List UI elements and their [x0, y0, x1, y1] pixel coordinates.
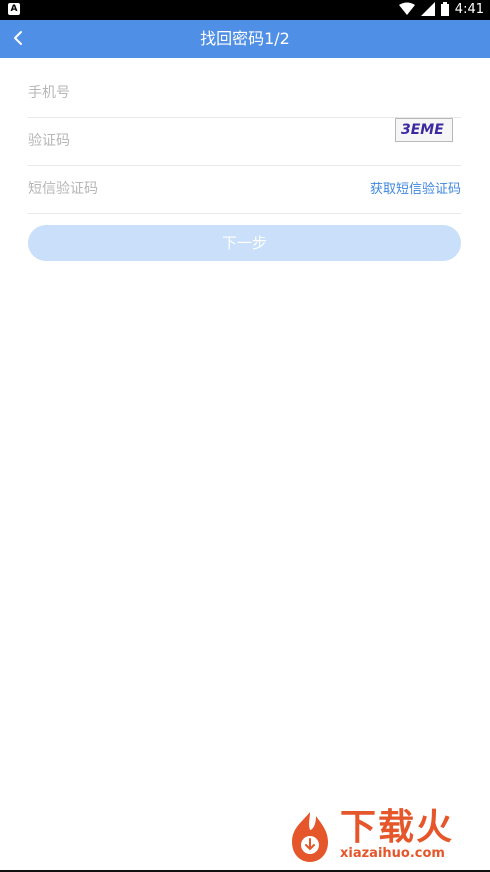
- page-title: 找回密码1/2: [200, 29, 290, 48]
- captcha-image[interactable]: 3EME: [395, 118, 453, 142]
- get-sms-code-link[interactable]: 获取短信验证码: [370, 178, 461, 197]
- status-bar: A 4:41: [0, 0, 490, 20]
- sms-code-field-label: 短信验证码: [28, 181, 98, 197]
- captcha-text: 3EME: [401, 122, 444, 138]
- captcha-field-label: 验证码: [28, 133, 70, 149]
- battery-icon: [440, 1, 449, 19]
- watermark-title: 下载火: [340, 807, 455, 848]
- watermark: 下载火 xiazaihuo.com: [282, 806, 482, 866]
- fire-logo-icon: [282, 808, 338, 864]
- phone-field-label: 手机号: [28, 85, 70, 101]
- retrieve-password-form: 手机号 验证码 3EME 短信验证码 获取短信验证码: [28, 70, 461, 214]
- sms-code-field-row[interactable]: 短信验证码 获取短信验证码: [28, 166, 461, 214]
- status-icons: 4:41: [398, 1, 484, 19]
- notification-icon: A: [8, 3, 20, 15]
- signal-icon: [420, 1, 435, 19]
- header: 找回密码1/2: [0, 20, 490, 58]
- next-step-button[interactable]: 下一步: [28, 225, 461, 261]
- clock: 4:41: [454, 2, 484, 17]
- watermark-url: xiazaihuo.com: [340, 846, 445, 861]
- wifi-icon: [398, 2, 415, 19]
- phone-field-row[interactable]: 手机号: [28, 70, 461, 118]
- captcha-field-row[interactable]: 验证码 3EME: [28, 118, 461, 166]
